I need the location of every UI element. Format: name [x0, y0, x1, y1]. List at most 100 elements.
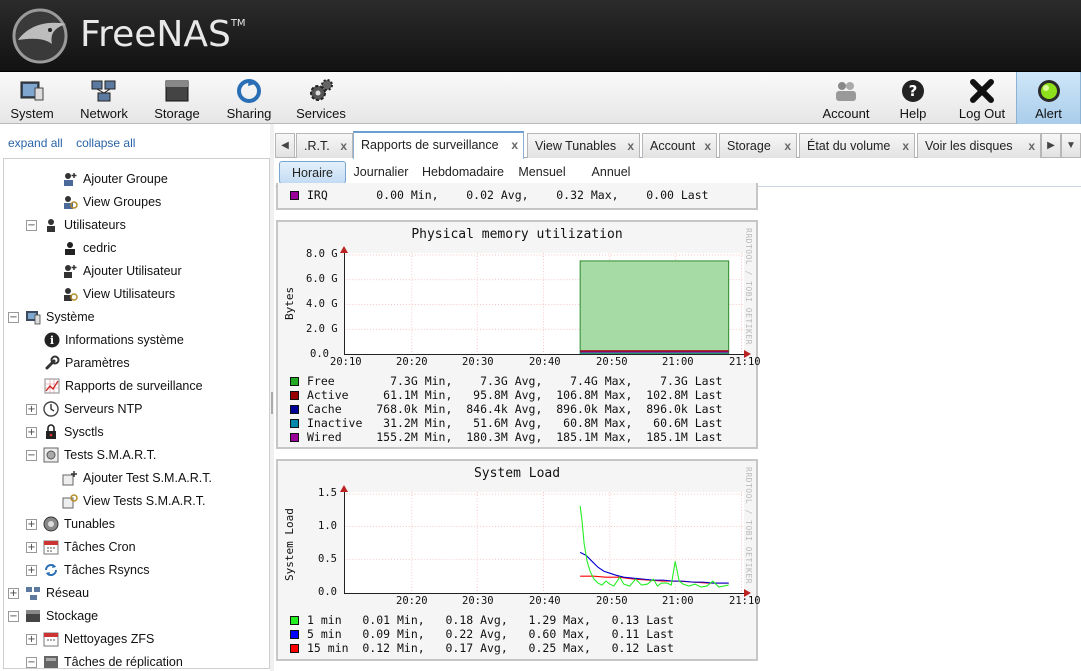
collapse-toggle[interactable]: − [26, 449, 37, 461]
legend-swatch [290, 404, 299, 414]
tree-item-reporting[interactable]: Rapports de surveillance [44, 375, 203, 397]
y-tick: 8.0 G [306, 248, 338, 260]
sharing-arrows-icon [237, 79, 261, 103]
tree-item-view-groups[interactable]: View Groupes [62, 191, 161, 213]
tree-item-storage[interactable]: − Stockage [8, 605, 98, 627]
subtab-daily[interactable]: Journalier [349, 161, 413, 184]
tab-close-icon[interactable]: x [627, 139, 634, 153]
tab-storage[interactable]: Storage x [719, 133, 797, 158]
tab-scroll-left-button[interactable]: ◀ [275, 133, 295, 158]
tree-item-replication-tasks[interactable]: − Tâches de réplication [26, 651, 183, 668]
collapse-toggle[interactable]: − [8, 610, 19, 622]
tab-close-icon[interactable]: x [784, 139, 791, 153]
load-1min-line [579, 505, 729, 588]
expand-toggle[interactable]: + [26, 403, 37, 415]
collapse-toggle[interactable]: − [26, 656, 37, 668]
calendar-icon [43, 540, 59, 555]
tree-item-rsync-tasks[interactable]: + Tâches Rsyncs [26, 559, 149, 581]
tab-reporting[interactable]: Rapports de surveillance x [353, 131, 524, 159]
svg-text:i: i [50, 334, 54, 347]
legend-15min: 15 min 0.12 Min, 0.17 Avg, 0.25 Max, 0.1… [290, 641, 674, 655]
tree-item-add-smart-test[interactable]: Ajouter Test S.M.A.R.T. [62, 467, 212, 489]
sharing-label: Sharing [226, 106, 272, 121]
tree-item-view-smart-tests[interactable]: View Tests S.M.A.R.T. [62, 490, 206, 512]
main-toolbar: System Network Storage Sharing Services … [0, 72, 1081, 124]
expand-toggle[interactable]: + [26, 541, 37, 553]
logout-x-icon [970, 79, 994, 103]
services-label: Services [296, 106, 346, 121]
tunables-icon [43, 516, 59, 532]
tree-item-system[interactable]: − Système [8, 306, 95, 328]
help-button[interactable]: ? Help [890, 72, 936, 124]
memory-y-axis-label: Bytes [283, 286, 296, 320]
expand-toggle[interactable]: + [26, 426, 37, 438]
subtab-monthly[interactable]: Mensuel [513, 161, 571, 184]
tree-item-zfs-scrubs[interactable]: + Nettoyages ZFS [26, 628, 154, 650]
tab-scroll-right-button[interactable]: ▶ [1041, 133, 1061, 158]
memory-graph: Physical memory utilization Bytes RRDTOO… [276, 220, 761, 449]
x-tick: 20:40 [529, 595, 561, 607]
tree-item-system-info[interactable]: i Informations système [44, 329, 184, 351]
account-button[interactable]: Account [818, 72, 874, 124]
tab-account[interactable]: Account x [642, 133, 717, 158]
tab-view-disks[interactable]: Voir les disques x [917, 133, 1041, 158]
tab-close-icon[interactable]: x [1028, 139, 1035, 153]
x-tick: 20:20 [396, 595, 428, 607]
expand-toggle[interactable]: + [8, 587, 19, 599]
tree-item-add-group[interactable]: Ajouter Groupe [62, 168, 168, 190]
tab-list-dropdown-button[interactable]: ▼ [1061, 133, 1081, 158]
collapse-all-link[interactable]: collapse all [76, 136, 135, 150]
tree-item-tunables[interactable]: + Tunables [26, 513, 115, 535]
network-button[interactable]: Network [76, 72, 132, 124]
tree-item-add-user[interactable]: Ajouter Utilisateur [62, 260, 182, 282]
subtab-hourly[interactable]: Horaire [279, 161, 346, 184]
help-label: Help [899, 106, 927, 121]
legend-free: Free 7.3G Min, 7.3G Avg, 7.4G Max, 7.3G … [290, 374, 722, 388]
storage-button[interactable]: Storage [150, 72, 204, 124]
tab-close-icon[interactable]: x [340, 139, 347, 153]
y-axis-arrow [340, 246, 348, 253]
clock-icon [43, 401, 59, 417]
tab-close-icon[interactable]: x [704, 139, 711, 153]
system-label: System [10, 106, 54, 121]
collapse-toggle[interactable]: − [26, 219, 37, 231]
subtab-weekly[interactable]: Hebdomadaire [416, 161, 510, 184]
network-icon [26, 587, 40, 600]
sharing-button[interactable]: Sharing [224, 72, 274, 124]
services-gears-icon [310, 79, 333, 101]
expand-toggle[interactable]: + [26, 633, 37, 645]
interrupts-graph-tail: IRQ 0.00 Min, 0.02 Avg, 0.32 Max, 0.00 L… [276, 183, 758, 210]
x-tick: 21:10 [729, 356, 761, 368]
x-tick: 20:10 [330, 356, 362, 368]
alert-button[interactable]: Alert [1016, 72, 1081, 124]
tree-item-view-users[interactable]: View Utilisateurs [62, 283, 175, 305]
x-tick: 20:30 [462, 595, 494, 607]
tree-item-ntp-servers[interactable]: + Serveurs NTP [26, 398, 143, 420]
tree-item-smart-tests[interactable]: − Tests S.M.A.R.T. [26, 444, 156, 466]
tab-view-tunables[interactable]: View Tunables x [527, 133, 640, 158]
tab-close-icon[interactable]: x [902, 139, 909, 153]
subtab-yearly[interactable]: Annuel [582, 161, 640, 184]
system-monitor-icon [20, 81, 44, 101]
x-tick: 20:40 [529, 356, 561, 368]
collapse-toggle[interactable]: − [8, 311, 19, 323]
tab-volume-status[interactable]: État du volume x [799, 133, 915, 158]
expand-all-link[interactable]: expand all [8, 136, 63, 150]
tree-item-user-cedric[interactable]: cedric [62, 237, 116, 259]
tree-item-cron-jobs[interactable]: + Tâches Cron [26, 536, 136, 558]
x-tick: 21:00 [662, 595, 694, 607]
system-button[interactable]: System [6, 72, 58, 124]
splitter-grip[interactable] [271, 392, 273, 414]
tree-item-users[interactable]: − Utilisateurs [26, 214, 126, 236]
tree-item-network[interactable]: + Réseau [8, 582, 89, 604]
services-button[interactable]: Services [293, 72, 349, 124]
logout-button[interactable]: Log Out [954, 72, 1010, 124]
expand-toggle[interactable]: + [26, 518, 37, 530]
legend-swatch [290, 390, 299, 400]
tree-item-sysctls[interactable]: + Sysctls [26, 421, 104, 443]
tree-item-settings[interactable]: Paramètres [44, 352, 130, 374]
tab-smart[interactable]: .R.T. x [296, 133, 353, 158]
calendar-icon [43, 632, 59, 647]
tab-close-icon[interactable]: x [511, 138, 518, 152]
expand-toggle[interactable]: + [26, 564, 37, 576]
